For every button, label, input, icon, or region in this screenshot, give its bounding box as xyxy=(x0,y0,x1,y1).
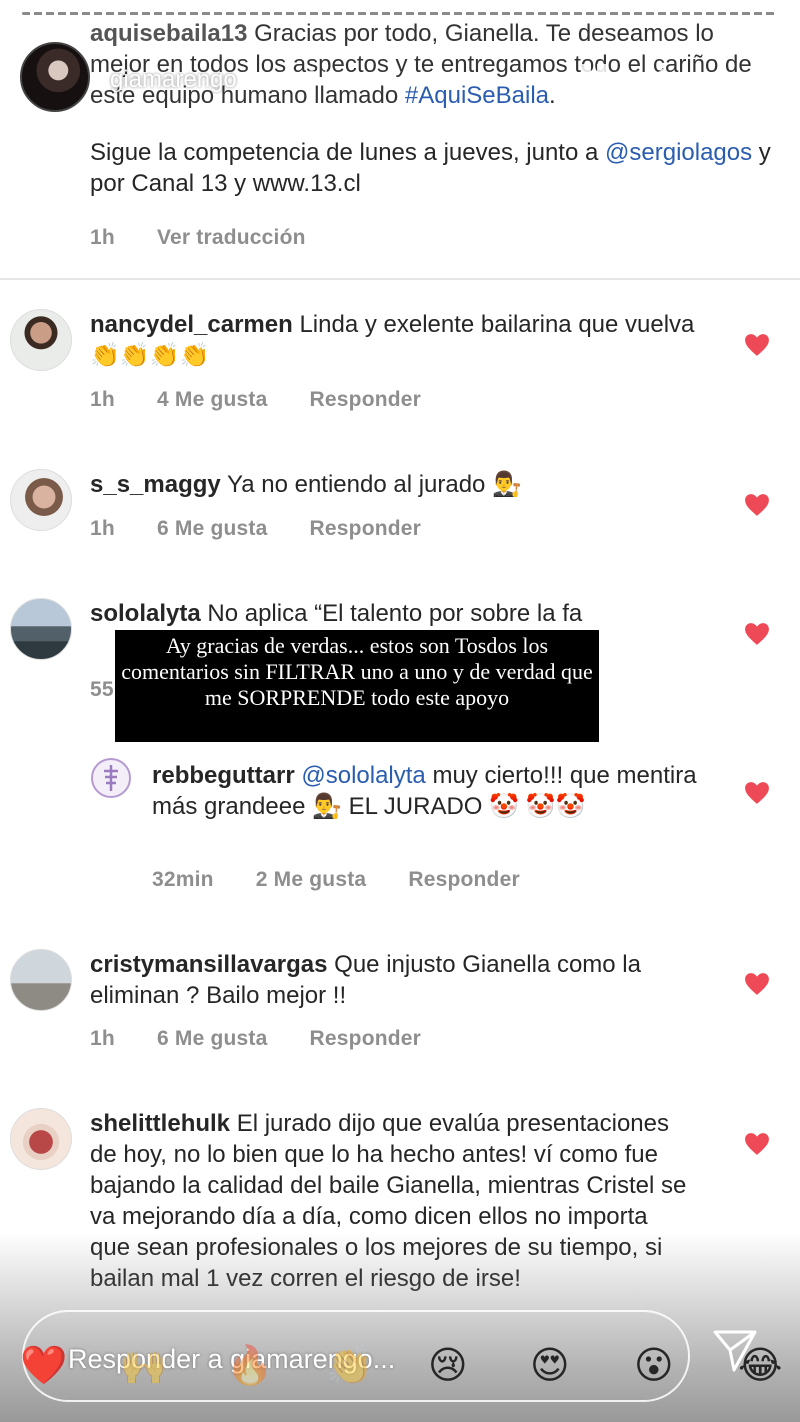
more-options-icon[interactable] xyxy=(716,68,776,88)
comment-likes[interactable]: 2 Me gusta xyxy=(256,868,367,891)
comment-text: s_s_maggy Ya no entiendo al jurado 👨‍⚖️ xyxy=(90,469,710,500)
comment-text: cristymansillavargas Que injusto Gianell… xyxy=(90,949,710,1011)
reply-button[interactable]: Responder xyxy=(310,1027,422,1050)
like-heart-icon[interactable] xyxy=(744,622,770,646)
see-translation-link[interactable]: Ver traducción xyxy=(157,226,306,249)
like-heart-icon[interactable] xyxy=(744,333,770,357)
story-username[interactable]: giamarengo xyxy=(110,66,237,94)
comment-username[interactable]: nancydel_carmen xyxy=(90,311,293,338)
comment-time: 1h xyxy=(90,517,115,540)
heart-reaction[interactable]: ❤️ xyxy=(20,1346,67,1386)
clown-emoji: 🤡 xyxy=(489,793,520,820)
pause-icon[interactable] xyxy=(582,64,608,94)
mute-icon[interactable] xyxy=(646,64,686,94)
comment-meta: 1h 6 Me gusta Responder xyxy=(90,517,457,541)
comment-time: 1h xyxy=(90,388,115,411)
comment-text: sololalyta No aplica “El talento por sob… xyxy=(90,598,710,629)
clap-reaction[interactable]: 👏 xyxy=(326,1346,373,1386)
avatar[interactable] xyxy=(10,949,72,1011)
like-heart-icon[interactable] xyxy=(744,493,770,517)
heart-eyes-reaction[interactable]: 😍 xyxy=(530,1346,570,1386)
reply-button[interactable]: Responder xyxy=(310,388,422,411)
progress-segment xyxy=(22,12,778,15)
caption-mention[interactable]: @sergiolagos xyxy=(605,139,752,166)
comment-body: No aplica “El talento por sobre la fa xyxy=(207,600,583,627)
comment-username[interactable]: shelittlehulk xyxy=(90,1110,230,1137)
avatar[interactable] xyxy=(90,757,132,799)
laughing-face-reaction[interactable]: 😂 xyxy=(738,1346,782,1386)
judge-emoji: 👨‍⚖️ xyxy=(492,471,522,498)
comment-text: nancydel_carmen Linda y exelente bailari… xyxy=(90,309,710,371)
story-progress-bar xyxy=(22,12,778,16)
comment-mention[interactable]: @sololalyta xyxy=(301,762,425,789)
caption-body-2a: Sigue la competencia de lunes a jueves, … xyxy=(90,139,599,166)
story-timestamp: 6 h xyxy=(305,66,336,91)
story-text-overlay: Ay gracias de verdas... estos son Tosdos… xyxy=(115,630,599,742)
caption-meta: 1h Ver traducción xyxy=(90,226,342,250)
clap-emoji: 👏👏👏👏 xyxy=(90,342,210,369)
avatar[interactable] xyxy=(10,1108,72,1170)
like-heart-icon[interactable] xyxy=(744,972,770,996)
story-header: giamarengo 6 h xyxy=(20,38,780,118)
comment-body: Linda y exelente bailarina que vuelva xyxy=(299,311,695,338)
raised-hands-reaction[interactable]: 🙌 xyxy=(120,1346,167,1386)
comment-time: 55 xyxy=(90,678,114,701)
reply-button[interactable]: Responder xyxy=(408,868,520,891)
comment-meta: 32min 2 Me gusta Responder xyxy=(152,868,556,892)
comment-text: rebbeguttarr @sololalyta muy cierto!!! q… xyxy=(152,760,712,822)
like-heart-icon[interactable] xyxy=(744,781,770,805)
comment-meta: 1h 4 Me gusta Responder xyxy=(90,388,457,412)
comment-meta: 1h 6 Me gusta Responder xyxy=(90,1027,457,1051)
avatar[interactable] xyxy=(10,598,72,660)
comment-username[interactable]: sololalyta xyxy=(90,600,201,627)
crying-face-reaction[interactable]: 😢 xyxy=(428,1346,468,1386)
comment-likes[interactable]: 4 Me gusta xyxy=(157,388,268,411)
comment-username[interactable]: cristymansillavargas xyxy=(90,951,327,978)
surprised-face-reaction[interactable]: 😮 xyxy=(634,1346,674,1386)
divider xyxy=(0,278,800,280)
comment-username[interactable]: s_s_maggy xyxy=(90,471,221,498)
like-heart-icon[interactable] xyxy=(744,1132,770,1156)
comment-likes[interactable]: 6 Me gusta xyxy=(157,517,268,540)
comment-time: 1h xyxy=(90,1027,115,1050)
comment-body-2: EL JURADO xyxy=(348,793,483,820)
avatar[interactable] xyxy=(10,469,72,531)
story-avatar[interactable] xyxy=(20,42,90,112)
comment-time: 32min xyxy=(152,868,214,891)
judge-emoji: 👨‍⚖️ xyxy=(312,793,342,820)
comment-likes[interactable]: 6 Me gusta xyxy=(157,1027,268,1050)
clown-emoji: 🤡🤡 xyxy=(525,793,586,820)
avatar[interactable] xyxy=(10,309,72,371)
fire-reaction[interactable]: 🔥 xyxy=(226,1346,273,1386)
comment-body: Ya no entiendo al jurado xyxy=(226,471,486,498)
reply-button[interactable]: Responder xyxy=(310,517,422,540)
comment-username[interactable]: rebbeguttarr xyxy=(152,762,295,789)
caption-time: 1h xyxy=(90,226,115,249)
